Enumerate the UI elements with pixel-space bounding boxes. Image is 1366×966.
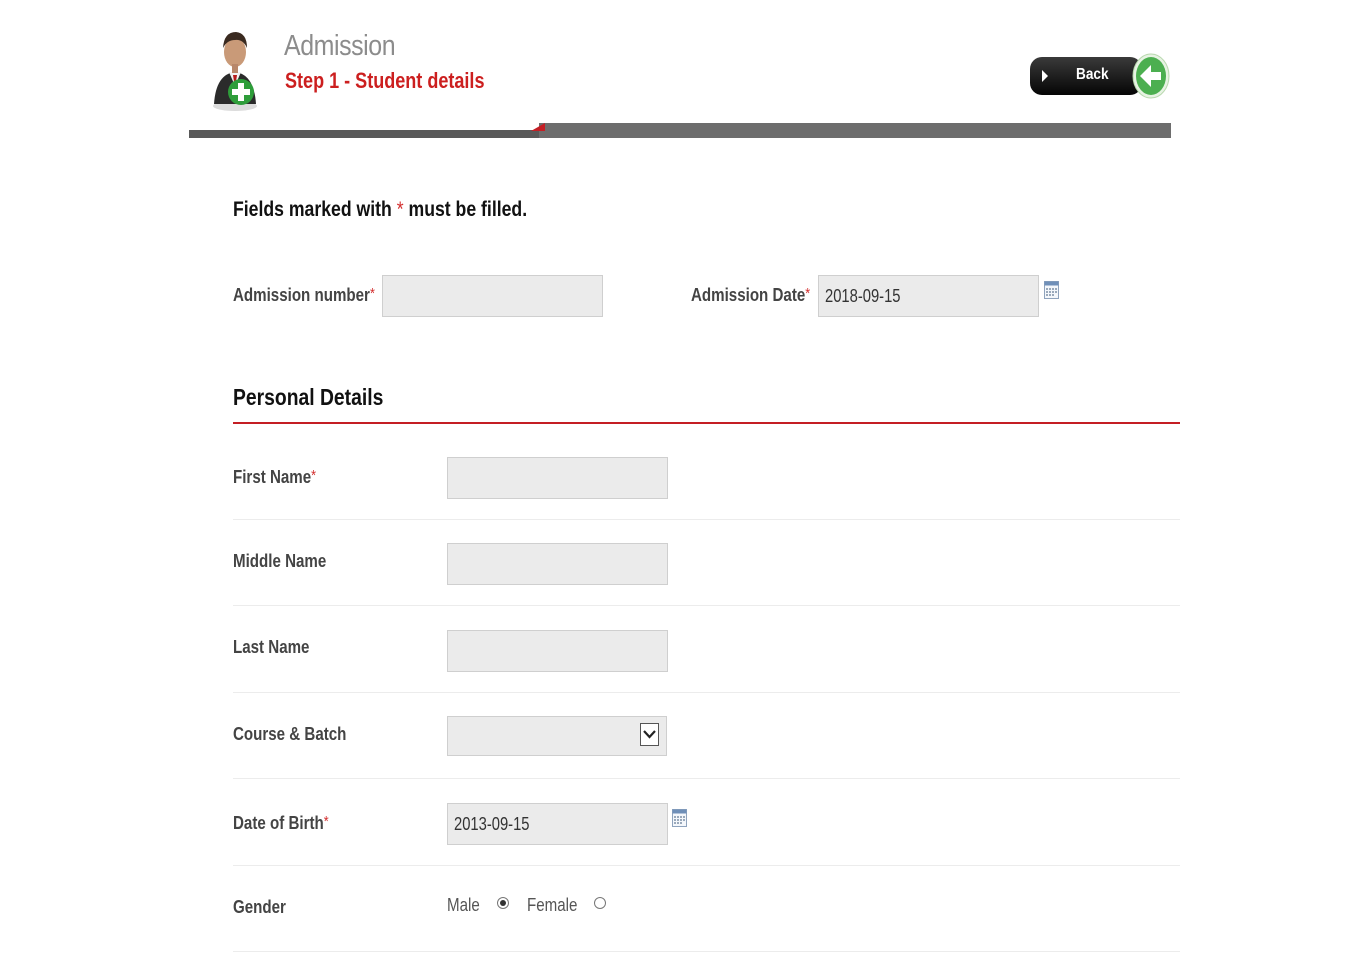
gender-female-radio[interactable] <box>594 897 606 909</box>
last-name-label: Last Name <box>233 637 310 657</box>
required-fields-note: Fields marked with * must be filled. <box>233 198 527 222</box>
required-star: * <box>805 285 811 302</box>
row-divider <box>233 951 1180 952</box>
first-name-label-text: First Name <box>233 467 312 487</box>
date-of-birth-input[interactable]: 2013-09-15 <box>447 803 668 845</box>
header-progress-bar <box>539 123 1171 138</box>
required-star: * <box>369 285 375 302</box>
row-divider <box>233 778 1180 779</box>
page-title: Admission <box>284 30 396 62</box>
row-divider <box>233 605 1180 606</box>
back-button-label: Back <box>1076 66 1109 83</box>
date-of-birth-label-text: Date of Birth <box>233 813 324 833</box>
admission-number-input[interactable] <box>382 275 603 317</box>
middle-name-input[interactable] <box>447 543 668 585</box>
gender-male-radio[interactable] <box>497 897 509 909</box>
middle-name-label: Middle Name <box>233 551 327 571</box>
calendar-icon[interactable] <box>672 809 687 827</box>
back-arrow-icon[interactable] <box>1132 52 1170 100</box>
row-divider <box>233 692 1180 693</box>
play-icon <box>1042 70 1048 82</box>
step-title: Step 1 - Student details <box>285 68 485 93</box>
required-star: * <box>396 198 404 221</box>
admission-date-label: Admission Date* <box>691 285 810 306</box>
gender-female-label[interactable]: Female <box>527 895 577 916</box>
admission-number-label-text: Admission number <box>233 285 370 305</box>
gender-label: Gender <box>233 897 286 917</box>
section-title-personal-details: Personal Details <box>233 384 384 410</box>
back-button[interactable]: Back <box>1030 57 1142 95</box>
gender-male-label[interactable]: Male <box>447 895 480 916</box>
course-batch-select[interactable] <box>447 716 667 756</box>
admission-date-input[interactable]: 2018-09-15 <box>818 275 1039 317</box>
first-name-label: First Name* <box>233 467 316 488</box>
course-batch-label: Course & Batch <box>233 724 347 744</box>
header-divider <box>189 130 539 138</box>
required-star: * <box>323 813 329 830</box>
admission-number-label: Admission number* <box>233 285 375 306</box>
date-of-birth-label: Date of Birth* <box>233 813 329 834</box>
required-note-suffix: must be filled. <box>408 198 528 221</box>
required-note-text: Fields marked with <box>233 198 392 221</box>
row-divider <box>233 519 1180 520</box>
date-of-birth-value: 2013-09-15 <box>454 814 530 834</box>
admission-date-value: 2018-09-15 <box>825 286 901 306</box>
required-star: * <box>311 467 317 484</box>
row-divider <box>233 865 1180 866</box>
last-name-input[interactable] <box>447 630 668 672</box>
student-add-icon <box>210 26 260 112</box>
section-divider <box>233 422 1180 424</box>
admission-date-label-text: Admission Date <box>691 285 806 305</box>
chevron-down-icon[interactable] <box>640 723 659 746</box>
first-name-input[interactable] <box>447 457 668 499</box>
calendar-icon[interactable] <box>1044 281 1059 299</box>
